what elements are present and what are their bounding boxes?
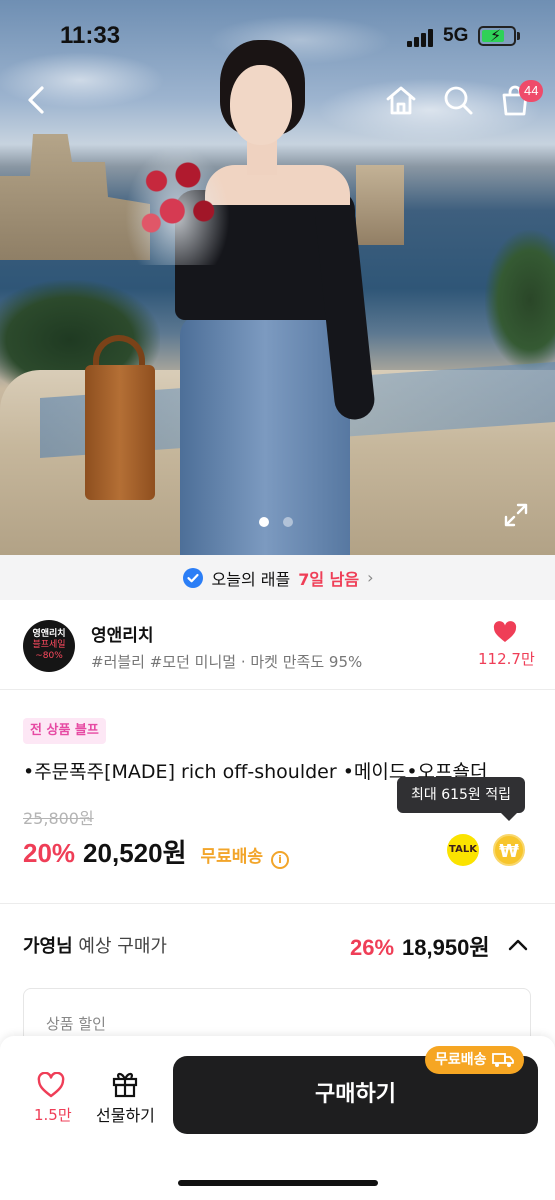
price-row: 20% 20,520원 무료배송 i [23, 833, 290, 870]
search-button[interactable] [440, 82, 476, 118]
gallery-pagination [259, 517, 293, 527]
face [230, 65, 292, 145]
expected-price: 26% 18,950원 [350, 930, 490, 962]
chevron-up-icon[interactable] [507, 934, 529, 956]
store-name[interactable]: 영앤리치 [91, 621, 154, 646]
status-bar: 11:33 5G ⚡ [0, 0, 555, 75]
raffle-banner[interactable]: 오늘의 래플 7일 남음 › [0, 555, 555, 600]
heart-outline-icon[interactable] [37, 1072, 65, 1098]
user-name: 가영님 [23, 936, 73, 957]
raffle-label: 오늘의 래플 [211, 569, 291, 589]
store-row[interactable] [0, 600, 555, 690]
logo-text: ~80% [35, 651, 63, 661]
store-logo[interactable]: 영앤리치 블프세일 ~80% [23, 620, 75, 672]
fullscreen-button[interactable] [503, 502, 529, 528]
home-button[interactable] [383, 82, 419, 118]
heart-icon[interactable] [493, 621, 517, 643]
free-shipping-pill: 무료배송 [425, 1046, 524, 1074]
expected-price-label: 가영님 예상 구매가 [23, 932, 167, 958]
points-tooltip: 최대 615원 적립 [397, 777, 525, 821]
expand-icon [504, 503, 528, 527]
expected-amount: 18,950원 [402, 935, 490, 960]
sale-price: 20,520원 [83, 838, 187, 868]
back-button[interactable] [20, 82, 56, 118]
discount-rate: 20% [23, 838, 76, 868]
signal-icon [407, 29, 435, 47]
truck-icon [491, 1053, 514, 1067]
original-price: 25,800원 [23, 809, 94, 828]
bouquet [125, 145, 230, 265]
home-indicator[interactable] [178, 1180, 378, 1186]
product-discount-label: 상품 할인 [46, 1015, 106, 1033]
verified-badge-icon [182, 567, 203, 588]
chevron-left-icon [28, 86, 44, 114]
cart-count-badge: 44 [519, 80, 544, 102]
model [85, 40, 377, 555]
gift-label[interactable]: 선물하기 [96, 1102, 155, 1126]
logo-text: 블프세일 [32, 640, 66, 650]
handbag [85, 365, 155, 500]
store-tags: #러블리 #모던 미니멀 · 마켓 만족도 95% [91, 653, 363, 671]
gift-icon[interactable] [110, 1068, 140, 1098]
page-dot-active[interactable] [259, 517, 269, 527]
expected-label: 예상 구매가 [78, 936, 167, 957]
like-count: 1.5만 [34, 1106, 72, 1124]
event-badge: 전 상품 블프 [23, 718, 106, 744]
points-coin-icon[interactable]: ₩ [493, 834, 525, 866]
logo-text: 영앤리치 [32, 629, 66, 639]
search-icon [444, 86, 473, 115]
chevron-right-icon: › [367, 568, 374, 587]
expected-discount: 26% [350, 935, 395, 960]
raffle-days-left: 7일 남음 [298, 569, 360, 589]
section-divider [0, 903, 555, 904]
battery-icon: ⚡ [478, 26, 516, 46]
kakao-talk-button[interactable]: TALK [447, 834, 479, 866]
status-time: 11:33 [60, 22, 121, 49]
network-label: 5G [443, 25, 469, 46]
page-dot[interactable] [283, 517, 293, 527]
home-icon [386, 86, 416, 115]
shipping-pill-label: 무료배송 [435, 1052, 487, 1068]
info-icon[interactable]: i [271, 851, 290, 869]
store-like-count: 112.7만 [478, 650, 535, 668]
tree [485, 230, 555, 370]
free-shipping-label: 무료배송 [200, 847, 264, 867]
battery-tip [517, 32, 520, 40]
